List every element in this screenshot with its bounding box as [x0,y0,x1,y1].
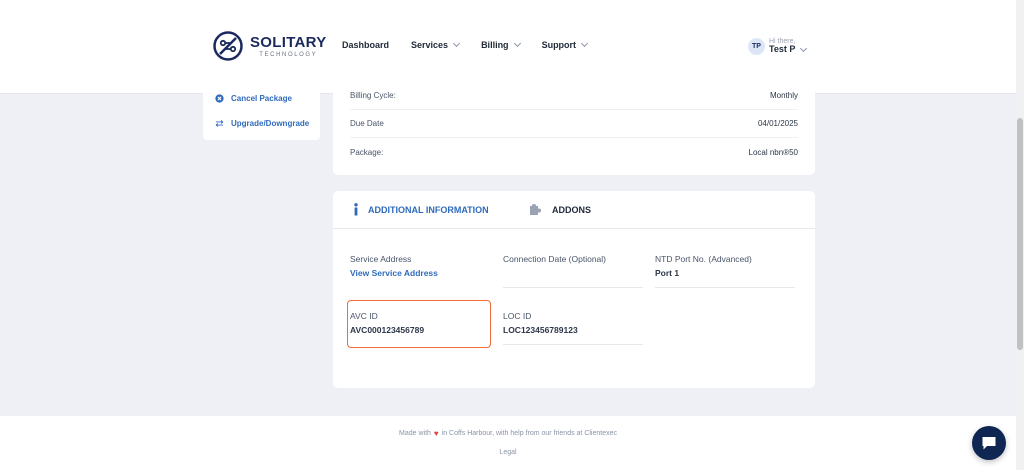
service-address-label: Service Address [350,254,412,264]
chat-widget-button[interactable] [972,426,1006,460]
billing-cycle-label: Billing Cycle: [350,91,396,100]
connection-date-label: Connection Date (Optional) [503,254,607,264]
brand-tagline: TECHNOLOGY [259,51,318,58]
divider [655,287,795,288]
chevron-down-icon [581,39,589,48]
swap-arrows-icon [215,119,224,128]
tab-addons[interactable]: ADDONS [529,203,591,216]
cancel-package-label: Cancel Package [231,94,292,103]
scrollbar-thumb[interactable] [1017,118,1023,350]
due-date-value: 04/01/2025 [757,119,798,128]
chevron-down-icon [800,45,808,53]
ntd-port-value: Port 1 [655,268,680,278]
tab-bar: ADDITIONAL INFORMATION ADDONS [333,191,815,229]
info-icon [353,203,359,216]
connection-date-value [503,268,643,278]
nav-services[interactable]: Services [411,39,461,50]
brand-logo[interactable]: SOLITARY TECHNOLOGY [212,30,327,62]
footer-text-after: in Coffs Harbour, with help from our fri… [441,430,617,437]
chevron-down-icon [453,39,461,48]
service-address-field: Service Address View Service Address [350,254,490,278]
nav-billing[interactable]: Billing [481,39,521,50]
footer-text-before: Made with [399,430,431,437]
additional-info-card: ADDITIONAL INFORMATION ADDONS Service Ad… [333,191,815,388]
main-nav: Dashboard Services Billing Support [342,39,609,50]
nav-billing-label: Billing [481,40,509,50]
view-service-address-link[interactable]: View Service Address [350,268,490,278]
billing-cycle-value: Monthly [769,91,798,100]
avc-id-highlight [347,300,491,348]
chat-bubble-icon [982,436,996,449]
legal-link[interactable]: Legal [0,449,1016,456]
divider [503,344,643,345]
package-value: Local nbn®50 [748,147,799,157]
user-name: Test P [769,44,796,55]
site-footer: Made with ♥ in Coffs Harbour, with help … [0,416,1016,470]
chevron-down-icon [513,39,521,48]
upgrade-downgrade-label: Upgrade/Downgrade [231,119,310,128]
site-header: SOLITARY TECHNOLOGY Dashboard Services B… [0,0,1016,94]
tab-additional-information[interactable]: ADDITIONAL INFORMATION [353,203,489,216]
service-info-card: Billing Cycle: Monthly Due Date 04/01/20… [333,82,815,175]
user-menu[interactable]: TP Hi there, Test P [748,38,808,55]
billing-cycle-row: Billing Cycle: Monthly [350,82,798,110]
puzzle-icon [529,203,543,216]
logo-icon [213,31,243,61]
package-label: Package: [350,147,384,157]
loc-id-label: LOC ID [503,311,532,321]
nav-support[interactable]: Support [541,39,589,50]
due-date-row: Due Date 04/01/2025 [350,110,798,138]
tab-addons-label: ADDONS [552,204,592,215]
nav-dashboard-label: Dashboard [342,40,390,50]
divider [503,287,643,288]
tab-additional-information-label: ADDITIONAL INFORMATION [368,204,489,215]
cancel-package-link[interactable]: Cancel Package [215,94,292,103]
footer-credit: Made with ♥ in Coffs Harbour, with help … [0,429,1016,438]
due-date-label: Due Date [350,119,384,128]
package-row: Package: Local nbn®50 [350,138,798,166]
service-actions-card: Cancel Package Upgrade/Downgrade [203,82,320,140]
x-circle-icon [215,94,224,103]
heart-icon: ♥ [433,429,439,438]
brand-name: SOLITARY [250,33,327,51]
nav-dashboard[interactable]: Dashboard [342,40,389,50]
nav-support-label: Support [541,40,577,50]
ntd-port-label: NTD Port No. (Advanced) [655,254,752,264]
ntd-port-field: NTD Port No. (Advanced) Port 1 [655,254,795,288]
avatar: TP [748,38,765,55]
connection-date-field: Connection Date (Optional) [503,254,643,288]
upgrade-downgrade-link[interactable]: Upgrade/Downgrade [215,119,309,128]
page-scrollbar[interactable] [1016,0,1024,470]
loc-id-field: LOC ID LOC123456789123 [503,311,643,345]
nav-services-label: Services [411,40,449,50]
loc-id-value: LOC123456789123 [503,325,578,335]
